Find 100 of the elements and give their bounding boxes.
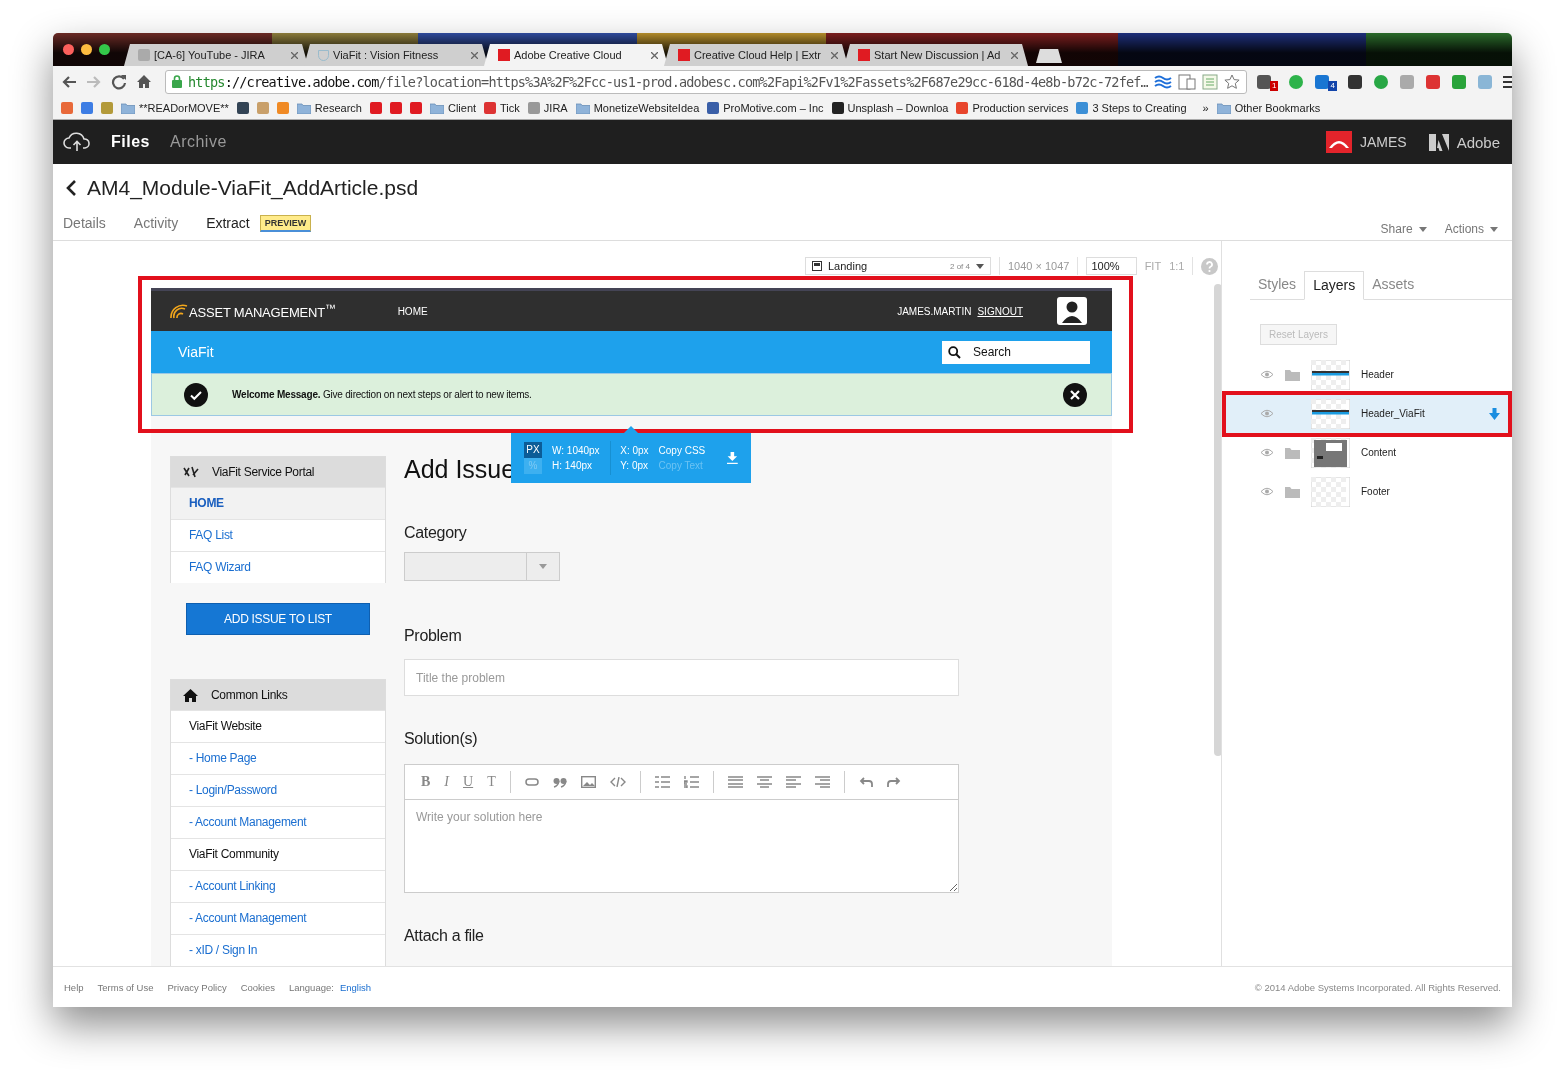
avatar-icon[interactable] xyxy=(1057,297,1087,325)
tab[interactable]: Activity xyxy=(133,215,179,231)
avatar-icon[interactable] xyxy=(1325,131,1352,153)
scrollbar[interactable] xyxy=(1214,284,1221,756)
search-field[interactable]: Search xyxy=(942,340,1090,364)
zoom-field[interactable]: 100% xyxy=(1086,257,1137,275)
rich-text-editor[interactable]: B I U T Write your solution here xyxy=(404,764,959,893)
undo-icon[interactable] xyxy=(858,776,873,788)
bookmark-link[interactable]: ProMotive.com – Inc xyxy=(723,102,824,114)
image-icon[interactable] xyxy=(580,776,596,788)
unit-toggle[interactable]: PX xyxy=(524,442,542,458)
align-icon[interactable] xyxy=(785,776,801,788)
browser-tab[interactable]: Adobe Creative Cloud xyxy=(484,44,668,66)
site-icon[interactable] xyxy=(409,102,422,114)
align-icon[interactable] xyxy=(756,776,772,788)
sidebar-link[interactable]: - xID / Sign In xyxy=(171,934,385,966)
back-chevron-icon[interactable] xyxy=(65,178,77,197)
new-tab-button[interactable] xyxy=(1036,49,1062,63)
reload-icon[interactable] xyxy=(111,73,127,90)
bookmark-link[interactable]: Research xyxy=(314,102,362,114)
problem-input[interactable]: Title the problem xyxy=(404,659,959,696)
star-icon[interactable] xyxy=(1223,73,1240,90)
artboard-dropdown[interactable]: Landing 2 of 4 xyxy=(805,257,991,275)
close-icon[interactable] xyxy=(1063,382,1087,407)
download-icon[interactable] xyxy=(1489,407,1500,420)
devices-icon[interactable] xyxy=(1177,73,1196,90)
tab[interactable]: Styles xyxy=(1250,271,1305,299)
nav-link[interactable]: Archive xyxy=(169,133,227,151)
tab[interactable]: Details xyxy=(63,215,106,231)
numbered-list-icon[interactable] xyxy=(683,776,699,788)
cloud-upload-icon[interactable] xyxy=(63,131,91,153)
close-tab-icon[interactable] xyxy=(471,51,478,59)
eye-icon[interactable] xyxy=(1260,370,1274,379)
nav-link[interactable]: Files xyxy=(111,133,150,151)
waves-icon[interactable] xyxy=(1153,74,1172,89)
bookmark-link[interactable]: Tick xyxy=(500,102,520,114)
align-icon[interactable] xyxy=(814,776,830,788)
address-bar[interactable]: https://creative.adobe.com/file?location=https%3A%2F%2Fcc-us1-prod.adobesc.com%2Fapi%2Fv1%2Fassets%2F687e29cc-618d-4e8b-b72c-72fef… xyxy=(165,69,1247,94)
browser-tab[interactable]: Creative Cloud Help | Extr xyxy=(664,44,848,66)
format-button[interactable]: T xyxy=(487,774,496,790)
site-icon[interactable] xyxy=(389,102,402,114)
site-icon[interactable] xyxy=(369,102,382,114)
back-icon[interactable] xyxy=(61,74,77,89)
footer-link[interactable]: Terms of Use xyxy=(97,982,154,993)
footer-link[interactable]: Privacy Policy xyxy=(167,982,227,993)
home-icon[interactable] xyxy=(136,74,152,89)
bookmark-link[interactable]: Unsplash – Downloa xyxy=(847,102,949,114)
sidebar-link[interactable]: HOME xyxy=(171,487,385,519)
extension-icon[interactable] xyxy=(1346,73,1363,90)
format-button[interactable]: U xyxy=(463,774,474,790)
zoom-window-icon[interactable] xyxy=(99,44,110,55)
format-button[interactable]: B xyxy=(421,774,431,790)
bookmark-link[interactable]: Other Bookmarks xyxy=(1234,102,1321,114)
browser-tab[interactable]: ViaFit : Vision Fitness xyxy=(304,44,488,66)
format-button[interactable]: I xyxy=(444,774,449,790)
close-tab-icon[interactable] xyxy=(291,51,298,59)
minimize-window-icon[interactable] xyxy=(81,44,92,55)
bookmark-link[interactable]: 3 Steps to Creating xyxy=(1092,102,1187,114)
bookmark-link[interactable]: Client xyxy=(447,102,477,114)
sidebar-link[interactable]: - Account Management xyxy=(171,806,385,838)
layer-row[interactable]: Footer xyxy=(1222,472,1512,511)
language-link[interactable]: English xyxy=(339,982,372,993)
extension-icon[interactable] xyxy=(1255,73,1272,90)
bookmark-link[interactable]: Production services xyxy=(972,102,1069,114)
browser-tab[interactable]: Start New Discussion | Ad xyxy=(844,44,1028,66)
user-name[interactable]: JAMES xyxy=(1359,134,1407,150)
sidebar-link[interactable]: - Account Management xyxy=(171,902,385,934)
eye-icon[interactable] xyxy=(1260,448,1274,457)
link-icon[interactable] xyxy=(524,778,539,786)
sidebar-link[interactable]: - Account Linking xyxy=(171,870,385,902)
eye-icon[interactable] xyxy=(1260,487,1274,496)
more-bookmarks-button[interactable]: » xyxy=(1202,102,1209,114)
bookmark-link[interactable]: **READorMOVE** xyxy=(139,102,229,114)
nav-link[interactable]: HOME xyxy=(397,305,428,317)
redo-icon[interactable] xyxy=(886,776,901,788)
bullet-list-icon[interactable] xyxy=(654,776,670,788)
menu-icon[interactable] xyxy=(1502,75,1512,88)
tab[interactable]: Layers xyxy=(1304,271,1365,300)
layer-row[interactable]: Content xyxy=(1222,433,1512,472)
sidebar-link[interactable]: FAQ List xyxy=(171,519,385,551)
code-icon[interactable] xyxy=(609,777,626,787)
bookmark-link[interactable]: MonetizeWebsiteIdea xyxy=(593,102,700,114)
footer-link[interactable]: Help xyxy=(64,982,84,993)
dropdown-menu[interactable]: Share xyxy=(1380,222,1427,236)
bookmark-link[interactable]: JIRA xyxy=(543,102,568,114)
close-tab-icon[interactable] xyxy=(831,51,838,59)
sidebar-link[interactable]: FAQ Wizard xyxy=(171,551,385,583)
close-tab-icon[interactable] xyxy=(651,51,658,59)
close-tab-icon[interactable] xyxy=(1011,51,1018,59)
eye-icon[interactable] xyxy=(1260,409,1274,418)
dropdown-menu[interactable]: Actions xyxy=(1444,222,1498,236)
quote-icon[interactable] xyxy=(552,776,567,788)
extension-icon[interactable] xyxy=(1314,73,1331,90)
sidebar-link[interactable]: - Home Page xyxy=(171,742,385,774)
tab[interactable]: Extract xyxy=(206,215,250,231)
footer-link[interactable]: Cookies xyxy=(240,982,275,993)
tab[interactable]: Assets xyxy=(1364,271,1423,299)
add-issue-button[interactable]: ADD ISSUE TO LIST xyxy=(186,603,370,635)
signout-link[interactable]: SIGNOUT xyxy=(977,305,1023,317)
layer-row[interactable]: Header xyxy=(1222,355,1512,394)
